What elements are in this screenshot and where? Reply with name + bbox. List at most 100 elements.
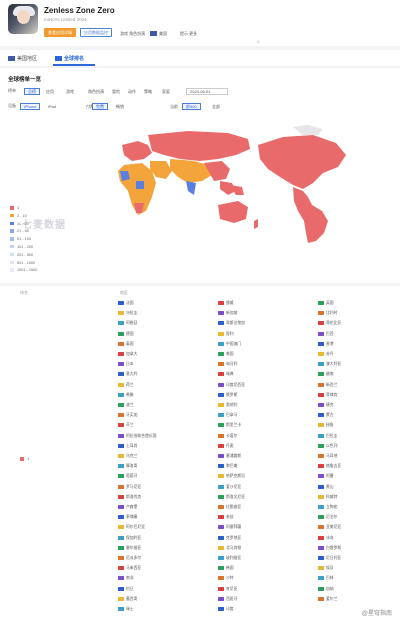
region-south-america[interactable] bbox=[293, 187, 328, 243]
region-india[interactable] bbox=[186, 181, 196, 195]
region-cell[interactable]: 马耳他 bbox=[318, 453, 337, 461]
region-cell[interactable]: 捷克 bbox=[318, 402, 334, 410]
view-details-button[interactable]: 查看应用详情 bbox=[44, 28, 76, 37]
filter-apps[interactable]: 应用 bbox=[42, 88, 58, 95]
region-cell[interactable]: 罗马尼亚 bbox=[118, 484, 141, 492]
device-ipad[interactable]: iPad bbox=[44, 103, 60, 110]
meta-more[interactable]: 提示 更多 bbox=[180, 31, 197, 37]
region-cell[interactable]: 白俄罗斯 bbox=[318, 545, 341, 553]
region-cell[interactable]: 爱沙尼亚 bbox=[218, 484, 241, 492]
type-free[interactable]: 免费 bbox=[92, 103, 108, 110]
region-cell[interactable]: 葡萄牙 bbox=[118, 473, 137, 481]
region-cell[interactable]: 加拿大 bbox=[118, 351, 137, 359]
region-cell[interactable]: 德国 bbox=[118, 331, 134, 339]
region-cell[interactable]: 新加坡 bbox=[218, 310, 237, 318]
range-current[interactable]: 当前 bbox=[166, 103, 182, 110]
region-cell[interactable]: 爱尔兰 bbox=[318, 596, 337, 604]
region-cell[interactable]: 阿曼 bbox=[318, 473, 334, 481]
region-cell[interactable]: 荷兰 bbox=[118, 382, 134, 390]
region-cell[interactable]: 英国 bbox=[318, 300, 334, 308]
region-cell[interactable]: 冰岛 bbox=[318, 535, 334, 543]
filter-family[interactable]: 家庭 bbox=[158, 88, 174, 95]
region-cell[interactable]: 巴拿马 bbox=[218, 412, 237, 420]
region-cell[interactable]: 以色列 bbox=[318, 443, 337, 451]
region-cell[interactable]: 法国 bbox=[118, 300, 134, 308]
device-iphone[interactable]: iPhone bbox=[20, 103, 41, 110]
region-cell[interactable]: 瑞士 bbox=[118, 606, 134, 614]
region-cell[interactable]: 立陶宛 bbox=[318, 504, 337, 512]
region-cell[interactable]: 苏丹 bbox=[318, 351, 334, 359]
region-cell[interactable]: 韩国 bbox=[218, 565, 234, 573]
region-cell[interactable]: 加纳 bbox=[318, 586, 334, 594]
region-cell[interactable]: 约旦 bbox=[118, 586, 134, 594]
filter-overall[interactable]: 总榜 bbox=[24, 88, 40, 95]
monitor-button[interactable]: 应用数据监控 bbox=[80, 28, 112, 37]
region-cell[interactable]: 日本 bbox=[118, 361, 134, 369]
region-cell[interactable]: 黑山 bbox=[318, 484, 334, 492]
region-cell[interactable]: 土耳其 bbox=[118, 443, 137, 451]
region-cell[interactable]: 丹麦 bbox=[218, 443, 234, 451]
region-cell[interactable]: 马来西亚 bbox=[118, 565, 141, 573]
region-cell[interactable]: 意大利 bbox=[118, 371, 137, 379]
region-cell[interactable]: 秘鲁 bbox=[318, 422, 334, 430]
region-cell[interactable]: 尼日利亚 bbox=[318, 555, 341, 563]
region-greenland[interactable] bbox=[293, 125, 323, 135]
tab-us[interactable]: 美国地区 bbox=[8, 55, 37, 62]
region-cell[interactable]: 印度 bbox=[218, 606, 234, 614]
region-cell[interactable]: 泰国 bbox=[118, 341, 134, 349]
region-cell[interactable]: 北马其顿 bbox=[218, 545, 241, 553]
region-cell[interactable]: 巴西 bbox=[318, 331, 334, 339]
region-cell[interactable]: 澳大利亚 bbox=[318, 361, 341, 369]
region-cell[interactable]: 俄罗斯 bbox=[218, 392, 237, 400]
region-cell[interactable]: 卢森堡 bbox=[118, 504, 137, 512]
tab-global[interactable]: 全球排名 bbox=[55, 55, 84, 62]
region-cell[interactable]: 厄瓜多尔 bbox=[118, 555, 141, 563]
region-cell[interactable]: 阿尔巴尼亚 bbox=[118, 524, 145, 532]
filter-rpg[interactable]: 角色扮演 bbox=[84, 88, 108, 95]
region-cell[interactable]: 塞尔维亚 bbox=[118, 545, 141, 553]
region-cell[interactable]: 南非 bbox=[118, 575, 134, 583]
region-cell[interactable]: 瑞典 bbox=[218, 371, 234, 379]
region-cell[interactable]: 巴林 bbox=[318, 575, 334, 583]
filter-action[interactable]: 动作 bbox=[124, 88, 140, 95]
region-cell[interactable]: 蒙古 bbox=[318, 412, 334, 420]
region-cell[interactable]: 格鲁吉亚 bbox=[318, 463, 341, 471]
close-icon[interactable]: × bbox=[256, 40, 260, 46]
region-cell[interactable]: 美国 bbox=[218, 351, 234, 359]
region-cell[interactable]: 克罗地亚 bbox=[218, 535, 241, 543]
region-cell[interactable]: 波兰 bbox=[118, 402, 134, 410]
filter-games[interactable]: 游戏 bbox=[62, 88, 78, 95]
region-cell[interactable]: 保加利亚 bbox=[118, 535, 141, 543]
region-cell[interactable]: 挪威 bbox=[218, 300, 234, 308]
region-cell[interactable]: 香港 bbox=[318, 341, 334, 349]
region-cell[interactable]: 西班牙 bbox=[218, 596, 237, 604]
region-cell[interactable]: 老挝 bbox=[218, 514, 234, 522]
region-cell[interactable]: 匈牙利 bbox=[218, 361, 237, 369]
region-cell[interactable]: 中国澳门 bbox=[218, 341, 241, 349]
region-russia[interactable] bbox=[148, 131, 250, 161]
region-cell[interactable]: 比利时 bbox=[318, 310, 337, 318]
region-cell[interactable]: 尼泊尔 bbox=[318, 514, 337, 522]
region-cell[interactable]: 卡塔尔 bbox=[218, 433, 237, 441]
filter-adventure[interactable]: 冒险 bbox=[108, 88, 124, 95]
filter-strategy[interactable]: 策略 bbox=[140, 88, 156, 95]
region-cell[interactable]: 斯洛文尼亚 bbox=[218, 494, 245, 502]
region-cell[interactable]: 墨西哥 bbox=[118, 596, 137, 604]
region-cell[interactable]: 乌拉圭 bbox=[118, 310, 137, 318]
region-cell[interactable]: 芬兰 bbox=[118, 422, 134, 430]
region-cell[interactable]: 科威特 bbox=[318, 494, 337, 502]
region-cell[interactable]: 阿根廷 bbox=[118, 320, 137, 328]
range-all[interactable]: 全部 bbox=[208, 103, 224, 110]
region-australia[interactable] bbox=[218, 201, 248, 223]
region-cell[interactable]: 奥地利 bbox=[218, 402, 237, 410]
region-north-america[interactable] bbox=[258, 135, 346, 189]
region-cell[interactable]: 塞浦路斯 bbox=[218, 453, 241, 461]
region-cell[interactable]: 新西兰 bbox=[318, 382, 337, 390]
region-cell[interactable]: 肯尼亚 bbox=[218, 586, 237, 594]
region-cell[interactable]: 印度尼西亚 bbox=[218, 382, 245, 390]
region-cell[interactable]: 阿拉伯联合酋长国 bbox=[118, 433, 156, 441]
world-ranking-map[interactable] bbox=[108, 125, 378, 245]
region-cell[interactable]: 埃及 bbox=[318, 565, 334, 573]
region-cell[interactable]: 摩洛哥 bbox=[118, 463, 137, 471]
region-cell[interactable]: 柬埔寨 bbox=[118, 514, 137, 522]
